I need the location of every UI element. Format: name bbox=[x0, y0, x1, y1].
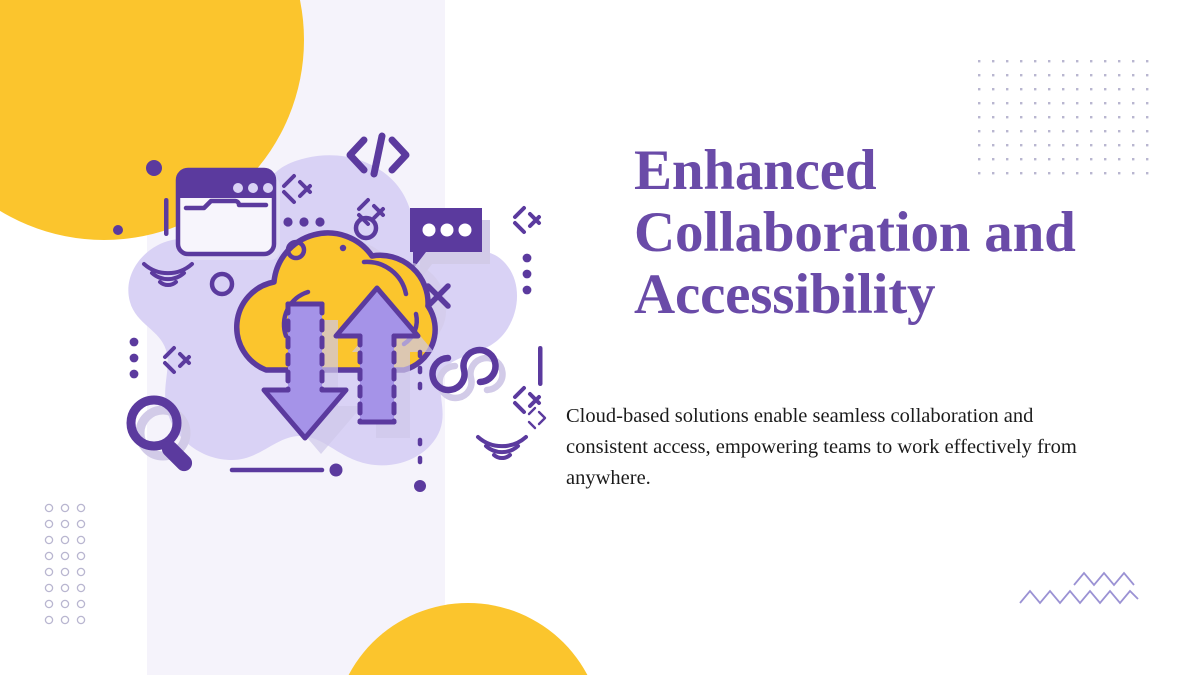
body-paragraph: Cloud-based solutions enable seamless co… bbox=[566, 405, 1077, 490]
infinity-icon bbox=[429, 346, 506, 402]
cloud-sync-illustration bbox=[113, 132, 543, 492]
text-column: Enhanced Collaboration and Accessibility bbox=[634, 139, 1154, 327]
dot-cluster-vertical-left bbox=[129, 337, 139, 379]
corner-bracket-icon-body bbox=[527, 406, 547, 430]
dot-cluster-horizontal bbox=[283, 217, 325, 227]
page-title: Enhanced Collaboration and Accessibility bbox=[634, 139, 1076, 327]
vertical-bar-decor bbox=[164, 198, 169, 236]
zigzag-pattern bbox=[1019, 571, 1139, 605]
vertical-bar-decor-right bbox=[538, 346, 543, 386]
horizontal-line-with-dot bbox=[229, 463, 343, 477]
corner-bracket-icon-4 bbox=[513, 206, 541, 234]
dot-cluster-vertical-right bbox=[522, 253, 532, 295]
wifi-signal-icon-right bbox=[476, 435, 528, 460]
dot-accent-1 bbox=[146, 160, 162, 176]
slide-canvas: Enhanced Collaboration and Accessibility… bbox=[0, 0, 1200, 675]
code-brackets-icon bbox=[346, 132, 410, 178]
dot-accent-2 bbox=[113, 225, 123, 235]
circle-grid-pattern bbox=[44, 503, 86, 625]
browser-window-icon bbox=[175, 167, 280, 260]
